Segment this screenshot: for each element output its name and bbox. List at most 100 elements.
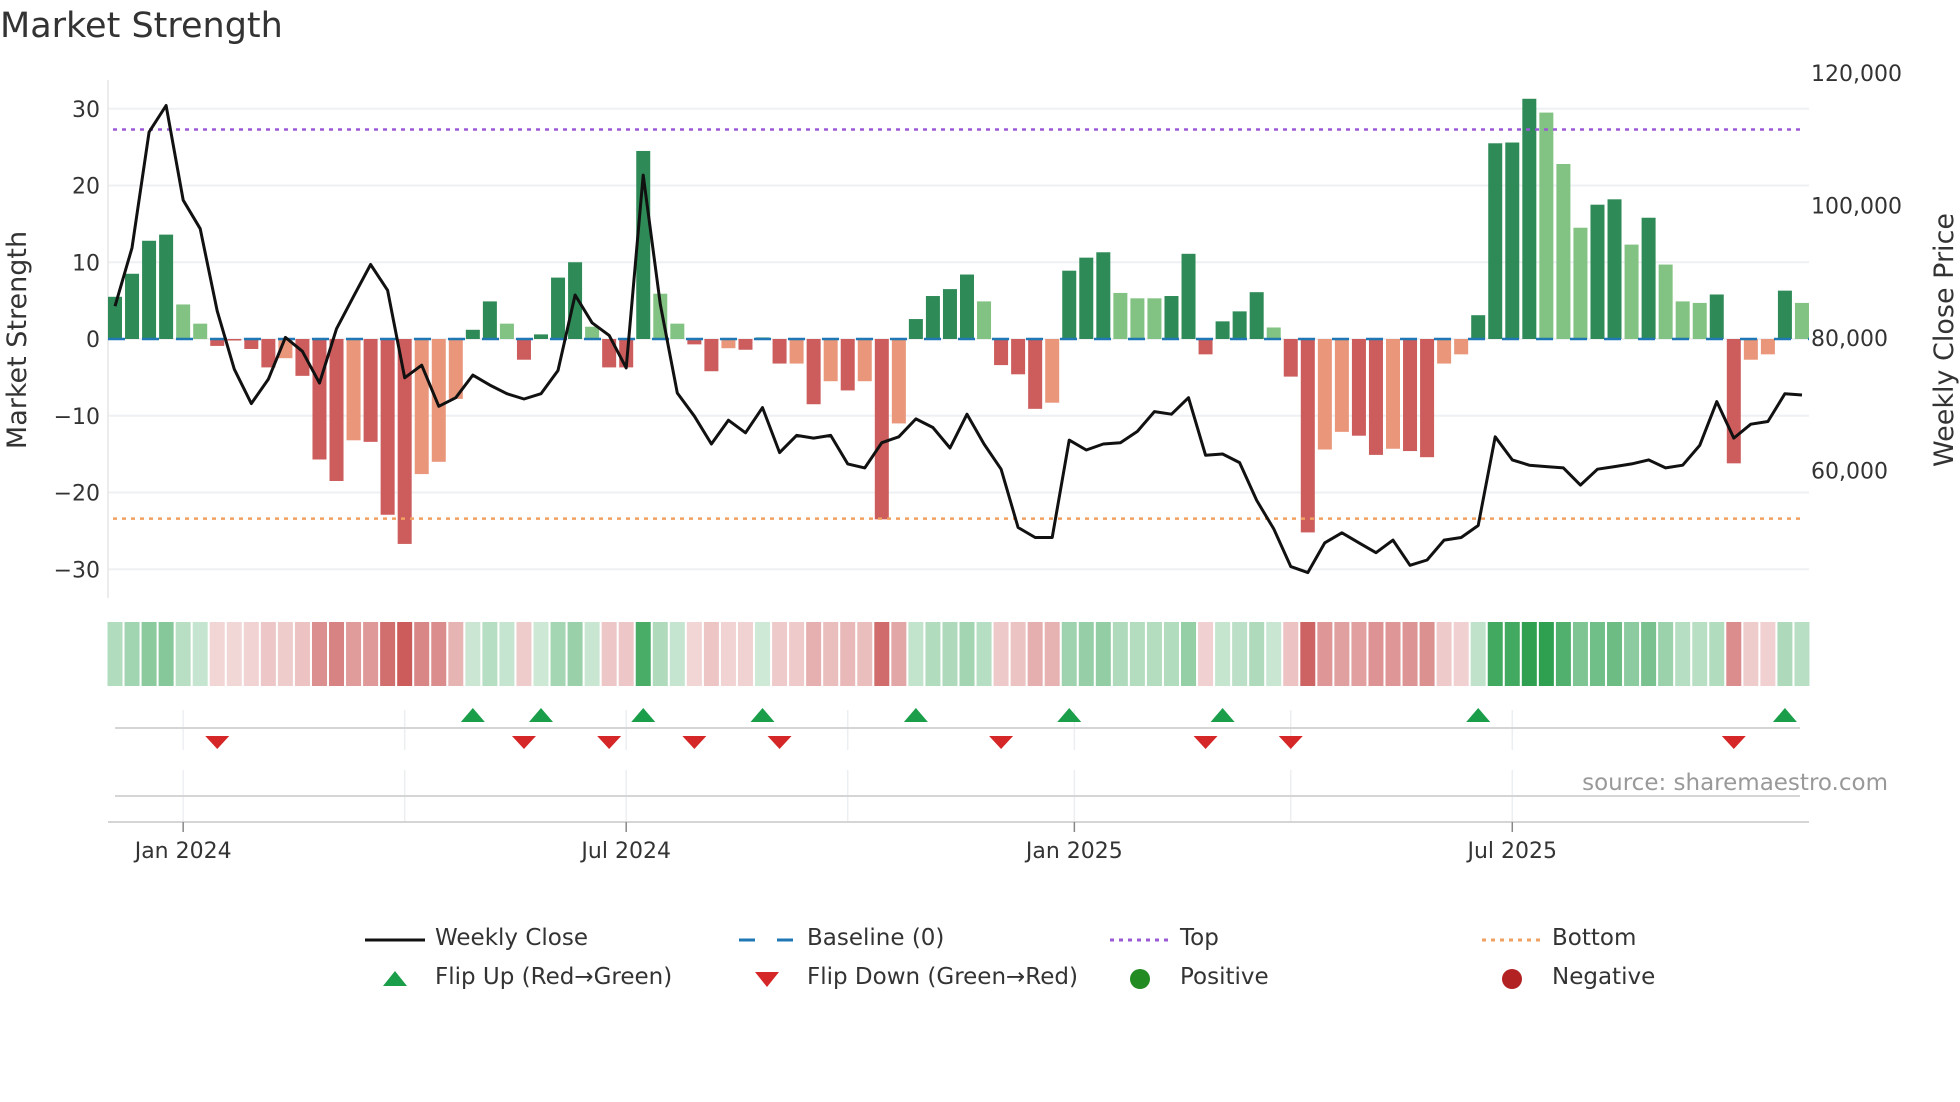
strength-bar — [1028, 339, 1043, 409]
heat-strip-cell — [1470, 622, 1486, 686]
heat-strip-cell — [1112, 622, 1128, 686]
y2-tick-label: 100,000 — [1811, 195, 1902, 220]
legend-label: Flip Down (Green→Red) — [807, 964, 1078, 990]
strength-bar — [1675, 301, 1690, 339]
heat-strip-cell — [1368, 622, 1384, 686]
heat-strip-cell — [158, 622, 174, 686]
flip-down-marker — [205, 736, 230, 749]
heat-strip-cell — [1061, 622, 1077, 686]
y-tick-label: −30 — [54, 558, 100, 583]
heat-strip-cell — [243, 622, 259, 686]
flip-up-marker — [903, 708, 928, 722]
strength-bar — [1062, 270, 1077, 339]
strength-bar — [1641, 217, 1656, 339]
heat-strip-cell — [857, 622, 873, 686]
heat-strip-cell — [226, 622, 242, 686]
heat-strip-cell — [1692, 622, 1708, 686]
heat-strip-cell — [397, 622, 413, 686]
strength-bar — [516, 339, 531, 360]
flip-up-marker — [750, 708, 775, 722]
strength-bar — [1777, 290, 1792, 339]
y-tick-label: 30 — [72, 98, 100, 123]
legend-label: Negative — [1552, 964, 1656, 990]
heat-strip-cell — [363, 622, 379, 686]
heat-strip-cell — [567, 622, 583, 686]
heat-strip-cell — [1078, 622, 1094, 686]
heat-strip-cell — [550, 622, 566, 686]
strength-bar — [1249, 292, 1264, 339]
strength-bar — [1147, 298, 1162, 339]
strength-bar — [1505, 142, 1520, 339]
heat-strip-cell — [720, 622, 736, 686]
heat-strip-cell — [942, 622, 958, 686]
heat-strip-cell — [329, 622, 345, 686]
legend-symbol-dot-bottom-icon — [1482, 938, 1542, 942]
heat-strip-cell — [516, 622, 532, 686]
heat-strip-cell — [448, 622, 464, 686]
strength-bar — [1743, 339, 1758, 360]
heat-strip-cell — [260, 622, 276, 686]
heat-strip-cell — [294, 622, 310, 686]
heat-strip-cell — [908, 622, 924, 686]
legend-label: Bottom — [1552, 925, 1637, 951]
heat-strip-cell — [1402, 622, 1418, 686]
strength-bar — [1403, 339, 1418, 452]
y-axis-title: Market Strength — [2, 231, 33, 449]
heat-strip-cell — [1521, 622, 1537, 686]
heat-strip-cell — [465, 622, 481, 686]
x-tick-label: Jul 2024 — [579, 839, 671, 864]
heat-strip-cell — [1010, 622, 1026, 686]
strength-bar — [193, 323, 208, 339]
heat-strip-cell — [1334, 622, 1350, 686]
strength-bar — [1556, 164, 1571, 339]
flip-down-marker — [511, 736, 536, 749]
strength-bar — [1454, 339, 1469, 355]
strength-bar — [925, 296, 940, 339]
strength-bar — [414, 339, 429, 475]
strength-bar — [1692, 302, 1707, 339]
strength-bar — [874, 339, 889, 520]
strength-bar — [942, 289, 957, 339]
strength-bar — [1437, 339, 1452, 364]
heat-strip-cell — [124, 622, 140, 686]
heat-strip-cell — [380, 622, 396, 686]
strength-bar — [312, 339, 327, 460]
y2-axis-title: Weekly Close Price — [1929, 213, 1960, 467]
y2-tick-label: 120,000 — [1811, 62, 1902, 87]
strength-bar — [1232, 311, 1247, 339]
heat-strip-cell — [277, 622, 293, 686]
flip-up-marker — [631, 708, 656, 722]
y2-tick-label: 80,000 — [1811, 327, 1888, 352]
strength-bar — [244, 339, 259, 349]
flip-down-marker — [989, 736, 1014, 749]
heat-strip-cell — [1283, 622, 1299, 686]
heat-strip-cell — [755, 622, 771, 686]
strength-bar — [1181, 253, 1196, 339]
strength-bar — [585, 326, 600, 339]
legend-symbol-line-icon — [365, 938, 425, 942]
source-note: source: sharemaestro.com — [1582, 770, 1888, 796]
heat-strip-cell — [1027, 622, 1043, 686]
heat-strip-cell — [141, 622, 157, 686]
strength-bar — [1113, 292, 1128, 339]
heat-strip-cell — [874, 622, 890, 686]
strength-bar — [960, 274, 974, 339]
heat-strip-cell — [703, 622, 719, 686]
strength-bar — [1368, 339, 1383, 455]
strength-bar — [823, 339, 838, 382]
strength-bar — [346, 339, 361, 441]
strength-bar — [1266, 327, 1281, 339]
heat-strip-cell — [482, 622, 498, 686]
heat-strip-cell — [1641, 622, 1657, 686]
heat-strip-cell — [311, 622, 327, 686]
y-tick-label: −10 — [54, 405, 100, 430]
flip-up-marker — [1772, 708, 1797, 722]
strength-bar — [738, 339, 753, 350]
flip-up-marker — [460, 708, 485, 722]
heat-strip-cell — [1266, 622, 1282, 686]
heat-strip-cell — [346, 622, 362, 686]
heat-strip-cell — [789, 622, 805, 686]
legend-label: Positive — [1180, 964, 1269, 990]
strength-bar — [1624, 244, 1639, 339]
y-tick-label: 20 — [72, 175, 100, 200]
